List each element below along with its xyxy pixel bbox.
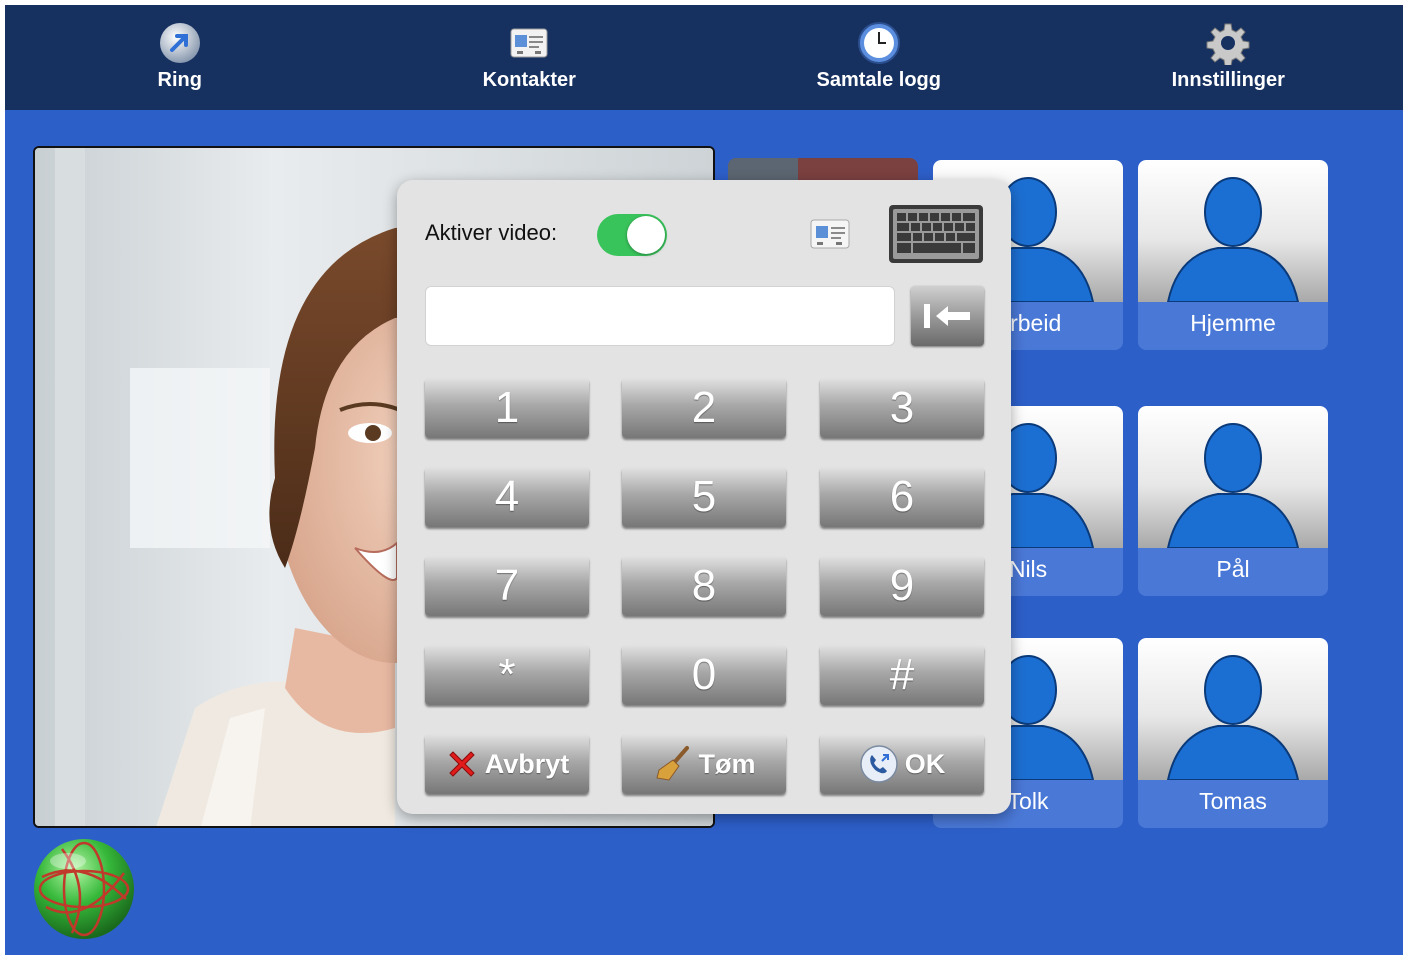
nav-settings[interactable]: Innstillinger xyxy=(1054,5,1404,110)
contact-name: Tomas xyxy=(1199,788,1267,814)
key-5[interactable]: 5 xyxy=(622,467,786,527)
contact-tile-hjemme[interactable]: Hjemme xyxy=(1138,160,1328,350)
key-6[interactable]: 6 xyxy=(820,467,984,527)
cancel-button[interactable]: Avbryt xyxy=(425,734,589,794)
contacts-picker-button[interactable] xyxy=(807,216,853,254)
silhouette-icon xyxy=(1138,160,1328,302)
backspace-icon xyxy=(923,304,970,328)
contact-name: Pål xyxy=(1216,556,1250,582)
call-arrow-icon xyxy=(158,21,202,65)
broom-icon xyxy=(655,746,689,781)
contact-tile-pal[interactable]: Pål xyxy=(1138,406,1328,596)
key-8[interactable]: 8 xyxy=(622,556,786,616)
nav-contacts-label: Kontakter xyxy=(482,69,576,91)
number-input[interactable] xyxy=(425,286,895,346)
app-window: Ring Kontakter Samtale logg Innstillinge… xyxy=(5,5,1403,955)
top-nav: Ring Kontakter Samtale logg Innstillinge… xyxy=(5,5,1403,110)
key-4[interactable]: 4 xyxy=(425,467,589,527)
contact-card-icon xyxy=(507,21,551,65)
phone-icon xyxy=(860,745,898,783)
cancel-label: Avbryt xyxy=(484,748,570,779)
nav-call-log[interactable]: Samtale logg xyxy=(704,5,1054,110)
clear-label: Tøm xyxy=(698,748,756,779)
silhouette-icon xyxy=(1138,638,1328,780)
contact-tile-tomas[interactable]: Tomas xyxy=(1138,638,1328,828)
gear-icon xyxy=(1206,21,1250,65)
key-star[interactable]: * xyxy=(425,645,589,705)
key-9[interactable]: 9 xyxy=(820,556,984,616)
clock-icon xyxy=(857,21,901,65)
keyboard-button[interactable] xyxy=(888,204,984,264)
nav-ring[interactable]: Ring xyxy=(5,5,355,110)
video-toggle-label: Aktiver video: xyxy=(425,220,558,245)
key-3[interactable]: 3 xyxy=(820,378,984,438)
silhouette-icon xyxy=(1138,406,1328,548)
ok-label: OK xyxy=(904,748,946,779)
contact-name: Hjemme xyxy=(1190,310,1276,336)
video-toggle[interactable] xyxy=(597,214,667,256)
nav-ring-label: Ring xyxy=(157,69,202,91)
key-1[interactable]: 1 xyxy=(425,378,589,438)
key-2[interactable]: 2 xyxy=(622,378,786,438)
nav-settings-label: Innstillinger xyxy=(1171,69,1285,91)
nav-contacts[interactable]: Kontakter xyxy=(355,5,705,110)
contact-card-icon xyxy=(810,219,850,249)
clear-button[interactable]: Tøm xyxy=(622,734,786,794)
nav-call-log-label: Samtale logg xyxy=(816,69,941,91)
backspace-button[interactable] xyxy=(911,286,984,346)
red-x-icon xyxy=(449,751,475,777)
globe-icon[interactable] xyxy=(32,837,136,941)
key-hash[interactable]: # xyxy=(820,645,984,705)
key-7[interactable]: 7 xyxy=(425,556,589,616)
key-0[interactable]: 0 xyxy=(622,645,786,705)
toggle-knob xyxy=(627,216,665,254)
ok-button[interactable]: OK xyxy=(820,734,984,794)
dialpad-popup: Aktiver video: 1 2 3 4 5 6 7 8 9 * 0 # A… xyxy=(397,180,1011,814)
keyboard-icon xyxy=(889,205,983,263)
